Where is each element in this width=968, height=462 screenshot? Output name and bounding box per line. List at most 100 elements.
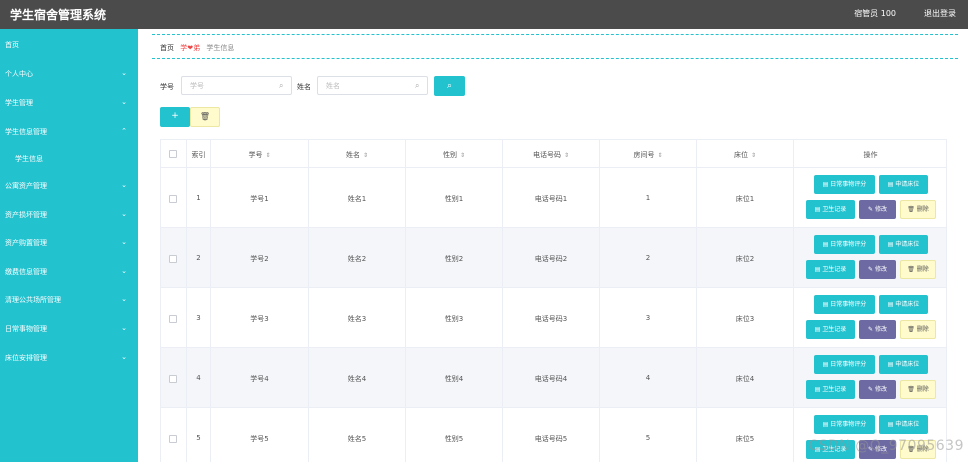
sort-icon: ⇕	[459, 152, 466, 159]
student-id-input[interactable]	[181, 76, 292, 95]
apply-bed-button[interactable]: ▤ 申请床位	[879, 415, 928, 434]
daily-score-button[interactable]: ▤ 日常事物评分	[814, 235, 875, 254]
sidebar-item-student-info[interactable]: 学生信息	[0, 148, 138, 168]
edit-button[interactable]: ✎ 修改	[859, 380, 896, 399]
name-input[interactable]	[317, 76, 428, 95]
sidebar-item-label: 床位安排管理	[5, 354, 47, 362]
delete-button[interactable]: 🗑 删除	[900, 260, 936, 279]
breadcrumb-home[interactable]: 首页	[160, 44, 174, 52]
header-phone[interactable]: 电话号码 ⇕	[503, 140, 600, 167]
add-button[interactable]: +	[160, 107, 190, 127]
sidebar-item-student-mgmt[interactable]: 学生管理 ⌄	[0, 92, 138, 112]
chevron-up-icon: ⌃	[121, 127, 127, 135]
row-checkbox[interactable]	[169, 195, 177, 203]
apply-bed-button[interactable]: ▤ 申请床位	[879, 175, 928, 194]
cell-name: 姓名4	[309, 348, 406, 407]
sort-icon: ⇕	[657, 152, 663, 159]
row-checkbox[interactable]	[169, 435, 177, 443]
cell-bed: 床位1	[697, 168, 794, 227]
cell-name: 姓名2	[309, 228, 406, 287]
sidebar-item-profile[interactable]: 个人中心 ⌄	[0, 63, 138, 83]
cell-room: 1	[600, 168, 697, 227]
watermark: CSDN @Q_97095639	[808, 438, 964, 454]
cell-phone: 电话号码5	[503, 408, 600, 462]
cell-student-id: 学号2	[211, 228, 309, 287]
sidebar-item-asset-damage[interactable]: 资产损坏管理 ⌄	[0, 204, 138, 224]
hygiene-record-button[interactable]: ▤ 卫生记录	[806, 380, 855, 399]
student-id-label: 学号	[160, 83, 174, 91]
header-bed[interactable]: 床位 ⇕	[697, 140, 794, 167]
trash-icon: 🗑	[199, 112, 211, 121]
sidebar-item-label: 学生信息	[15, 155, 43, 163]
sidebar-item-daily-affairs[interactable]: 日常事物管理 ⌄	[0, 318, 138, 338]
header-name[interactable]: 姓名 ⇕	[309, 140, 406, 167]
daily-score-button[interactable]: ▤ 日常事物评分	[814, 415, 875, 434]
sort-icon: ⇕	[265, 152, 271, 159]
row-checkbox[interactable]	[169, 315, 177, 323]
sidebar-item-student-info-mgmt[interactable]: 学生信息管理 ⌃	[0, 121, 138, 141]
cell-gender: 性别3	[406, 288, 503, 347]
row-checkbox[interactable]	[169, 375, 177, 383]
search-icon: ⌕	[279, 81, 284, 90]
edit-button[interactable]: ✎ 修改	[859, 320, 896, 339]
apply-bed-button[interactable]: ▤ 申请床位	[879, 355, 928, 374]
sidebar-item-asset-purchase[interactable]: 资产购置管理 ⌄	[0, 232, 138, 252]
delete-button[interactable]: 🗑 删除	[900, 320, 936, 339]
sidebar-item-payment[interactable]: 缴费信息管理 ⌄	[0, 261, 138, 281]
table-row: 2 学号2 姓名2 性别2 电话号码2 2 床位2 ▤ 日常事物评分 ▤ 申请床位 ▤ 卫生记录 ✎…	[161, 228, 946, 288]
current-user: 宿管员 100	[854, 9, 896, 18]
sidebar-item-label: 资产损坏管理	[5, 211, 47, 219]
row-select	[161, 228, 187, 287]
cell-student-id: 学号4	[211, 348, 309, 407]
cell-room: 2	[600, 228, 697, 287]
sidebar-item-dorm-assets[interactable]: 公寓资产管理 ⌄	[0, 175, 138, 195]
edit-button[interactable]: ✎ 修改	[859, 200, 896, 219]
delete-button[interactable]: 🗑 删除	[900, 380, 936, 399]
apply-bed-button[interactable]: ▤ 申请床位	[879, 235, 928, 254]
cell-student-id: 学号1	[211, 168, 309, 227]
cell-student-id: 学号3	[211, 288, 309, 347]
search-button[interactable]: ⌕	[434, 76, 465, 96]
chevron-down-icon: ⌄	[121, 267, 127, 275]
logout-link[interactable]: 退出登录	[924, 8, 956, 19]
edit-button[interactable]: ✎ 修改	[859, 260, 896, 279]
cell-actions: ▤ 日常事物评分 ▤ 申请床位 ▤ 卫生记录 ✎ 修改 🗑 删除	[794, 348, 947, 407]
chevron-down-icon: ⌄	[121, 238, 127, 246]
hygiene-record-button[interactable]: ▤ 卫生记录	[806, 260, 855, 279]
select-all-checkbox[interactable]	[169, 150, 177, 158]
cell-actions: ▤ 日常事物评分 ▤ 申请床位 ▤ 卫生记录 ✎ 修改 🗑 删除	[794, 168, 947, 227]
cell-index: 3	[187, 288, 211, 347]
daily-score-button[interactable]: ▤ 日常事物评分	[814, 295, 875, 314]
cell-phone: 电话号码1	[503, 168, 600, 227]
sidebar-item-public-cleaning[interactable]: 清理公共场所管理 ⌄	[0, 289, 138, 309]
cell-room: 4	[600, 348, 697, 407]
hygiene-record-button[interactable]: ▤ 卫生记录	[806, 320, 855, 339]
search-icon: ⌕	[415, 81, 420, 90]
header-actions: 操作	[863, 151, 878, 159]
cell-phone: 电话号码4	[503, 348, 600, 407]
table-header: 索引 学号 ⇕ 姓名 ⇕ 性别 ⇕ 电话号码 ⇕ 房间号 ⇕ 床位 ⇕ 操作	[161, 140, 946, 168]
chevron-down-icon: ⌄	[121, 353, 127, 361]
sidebar-item-label: 清理公共场所管理	[5, 296, 61, 304]
cell-name: 姓名5	[309, 408, 406, 462]
delete-button[interactable]: 🗑 删除	[900, 200, 936, 219]
hygiene-record-button[interactable]: ▤ 卫生记录	[806, 200, 855, 219]
sidebar-item-label: 日常事物管理	[5, 325, 47, 333]
header-gender[interactable]: 性别 ⇕	[406, 140, 503, 167]
apply-bed-button[interactable]: ▤ 申请床位	[879, 295, 928, 314]
breadcrumb-separator: 学❤弟	[180, 44, 201, 52]
header-student-id[interactable]: 学号 ⇕	[211, 140, 309, 167]
sidebar-item-home[interactable]: 首页	[0, 34, 138, 54]
batch-delete-button[interactable]: 🗑	[190, 107, 220, 127]
sidebar-item-bed-arrangement[interactable]: 床位安排管理 ⌄	[0, 347, 138, 367]
daily-score-button[interactable]: ▤ 日常事物评分	[814, 175, 875, 194]
cell-gender: 性别5	[406, 408, 503, 462]
header-room[interactable]: 房间号 ⇕	[600, 140, 697, 167]
sidebar-item-label: 资产购置管理	[5, 239, 47, 247]
sort-icon: ⇕	[750, 152, 757, 159]
row-checkbox[interactable]	[169, 255, 177, 263]
app-title: 学生宿舍管理系统	[10, 8, 107, 22]
cell-student-id: 学号5	[211, 408, 309, 462]
sidebar-item-label: 学生管理	[5, 99, 33, 107]
daily-score-button[interactable]: ▤ 日常事物评分	[814, 355, 875, 374]
